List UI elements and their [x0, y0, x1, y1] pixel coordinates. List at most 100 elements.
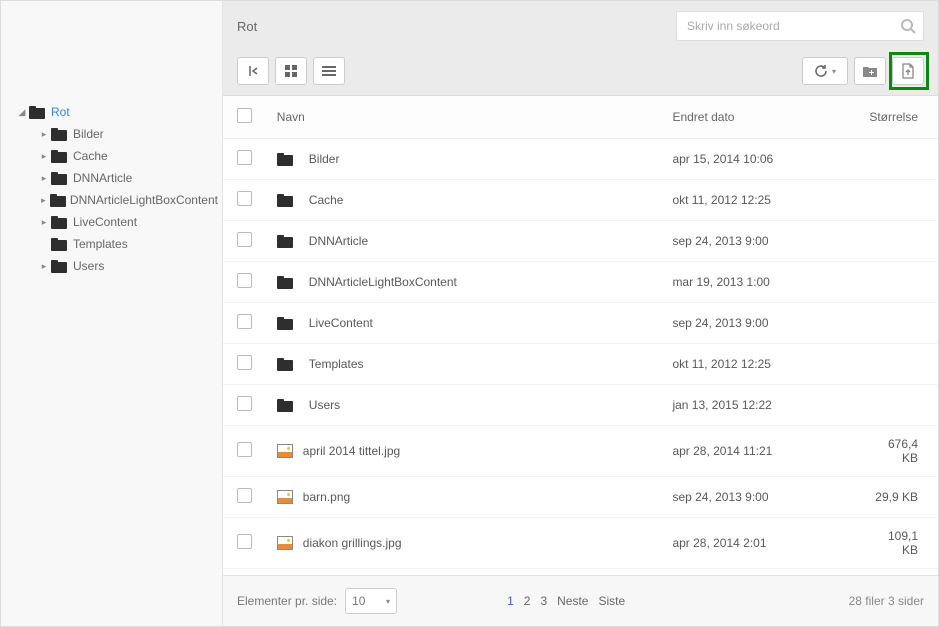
tree-node[interactable]: ▸Bilder	[5, 123, 218, 145]
file-name: april 2014 tittel.jpg	[303, 444, 400, 458]
table-row[interactable]: Cacheokt 11, 2012 12:25	[223, 180, 938, 221]
search-icon[interactable]	[900, 18, 916, 37]
file-date: jan 13, 2015 12:22	[662, 385, 859, 426]
per-page-label: Elementer pr. side:	[237, 594, 337, 608]
per-page-value: 10	[352, 594, 365, 608]
file-date: apr 15, 2014 10:06	[662, 139, 859, 180]
row-checkbox[interactable]	[237, 355, 252, 370]
folder-icon	[50, 194, 64, 207]
page-last[interactable]: Siste	[598, 594, 625, 608]
row-checkbox[interactable]	[237, 442, 252, 457]
search-wrap	[676, 11, 924, 41]
page-2[interactable]: 2	[524, 594, 531, 608]
tree-label: Rot	[51, 105, 70, 119]
per-page-select[interactable]: 10 ▾	[345, 588, 397, 614]
grid-view-button[interactable]	[275, 57, 307, 85]
upload-file-button[interactable]	[892, 57, 924, 85]
row-checkbox[interactable]	[237, 314, 252, 329]
file-size	[859, 139, 938, 180]
file-size	[859, 221, 938, 262]
refresh-button[interactable]	[802, 57, 848, 85]
table-row[interactable]: Users jan 13, 2015 12:22	[223, 385, 938, 426]
collapse-button[interactable]	[237, 57, 269, 85]
list-icon	[322, 66, 336, 76]
folder-icon	[277, 317, 293, 330]
file-name: LiveContent	[309, 316, 373, 330]
folder-icon	[277, 358, 293, 371]
pagination: 1 2 3 Neste Siste	[507, 594, 625, 608]
file-name: Users	[309, 398, 340, 412]
folder-icon	[51, 172, 67, 185]
chevron-down-icon: ◢	[17, 107, 27, 117]
table-row[interactable]: DNNArticleLightBoxContentmar 19, 2013 1:…	[223, 262, 938, 303]
chevron-right-icon: ▸	[39, 151, 49, 161]
file-name: Templates	[309, 357, 364, 371]
file-name: diakon grillings.jpg	[303, 536, 402, 550]
image-icon	[277, 536, 293, 550]
folder-icon	[277, 399, 293, 412]
tree-label: DNNArticle	[73, 171, 132, 185]
folder-icon	[51, 260, 67, 273]
column-name[interactable]: Navn	[267, 96, 663, 139]
table-row[interactable]: Templatesokt 11, 2012 12:25	[223, 344, 938, 385]
table-row[interactable]: DNNArticle sep 24, 2013 9:00	[223, 221, 938, 262]
folder-icon	[51, 150, 67, 163]
grid-icon	[285, 65, 297, 77]
folder-tree: ◢ Rot ▸Bilder▸Cache▸DNNArticle▸DNNArticl…	[5, 101, 218, 277]
table-row[interactable]: LiveContentsep 24, 2013 9:00	[223, 303, 938, 344]
row-checkbox[interactable]	[237, 534, 252, 549]
row-checkbox[interactable]	[237, 191, 252, 206]
file-name: DNNArticle	[309, 234, 368, 248]
page-3[interactable]: 3	[540, 594, 547, 608]
tree-node-root[interactable]: ◢ Rot	[5, 101, 218, 123]
tree-label: Users	[73, 259, 104, 273]
breadcrumb: Rot	[237, 19, 676, 34]
row-checkbox[interactable]	[237, 396, 252, 411]
list-view-button[interactable]	[313, 57, 345, 85]
toolbar	[223, 51, 938, 96]
image-icon	[277, 444, 293, 458]
table-row[interactable]: april 2014 tittel.jpg apr 28, 2014 11:216…	[223, 426, 938, 477]
file-date: apr 28, 2014 11:21	[662, 426, 859, 477]
page-1[interactable]: 1	[507, 594, 514, 608]
chevron-down-icon: ▾	[386, 597, 390, 606]
page-next[interactable]: Neste	[557, 594, 588, 608]
tree-node[interactable]: ▸DNNArticle	[5, 167, 218, 189]
file-size	[859, 180, 938, 221]
table-row[interactable]: diakon grillings.jpg apr 28, 2014 2:01109…	[223, 518, 938, 569]
tree-node[interactable]: ▸Users	[5, 255, 218, 277]
row-checkbox[interactable]	[237, 273, 252, 288]
file-date: sep 24, 2013 9:00	[662, 221, 859, 262]
file-name: Bilder	[309, 152, 340, 166]
row-checkbox[interactable]	[237, 150, 252, 165]
select-all-checkbox[interactable]	[237, 108, 252, 123]
tree-node[interactable]: ▸DNNArticleLightBoxContent	[5, 189, 218, 211]
file-date: sep 24, 2013 9:00	[662, 477, 859, 518]
topbar: Rot	[223, 1, 938, 51]
folder-icon	[277, 194, 293, 207]
file-size	[859, 262, 938, 303]
folder-icon	[29, 106, 45, 119]
column-date[interactable]: Endret dato	[662, 96, 859, 139]
table-row[interactable]: barn.pngsep 24, 2013 9:0029,9 KB	[223, 477, 938, 518]
tree-label: Bilder	[73, 127, 104, 141]
main-panel: Rot	[223, 1, 938, 626]
folder-icon	[51, 128, 67, 141]
row-checkbox[interactable]	[237, 488, 252, 503]
file-date: apr 28, 2014 2:01	[662, 518, 859, 569]
folder-icon	[277, 153, 293, 166]
tree-node[interactable]: ▸LiveContent	[5, 211, 218, 233]
tree-label: Templates	[73, 237, 128, 251]
chevron-right-icon: ▸	[39, 195, 48, 205]
row-checkbox[interactable]	[237, 232, 252, 247]
table-row[interactable]: Bilder apr 15, 2014 10:06	[223, 139, 938, 180]
search-input[interactable]	[676, 11, 924, 41]
column-size[interactable]: Størrelse	[859, 96, 938, 139]
tree-node[interactable]: Templates	[5, 233, 218, 255]
file-table-wrap: Navn Endret dato Størrelse Bilder apr 15,…	[223, 96, 938, 575]
file-date: mar 19, 2013 1:00	[662, 262, 859, 303]
tree-node[interactable]: ▸Cache	[5, 145, 218, 167]
file-size: 676,4 KB	[859, 426, 938, 477]
file-size: 109,1 KB	[859, 518, 938, 569]
new-folder-button[interactable]	[854, 57, 886, 85]
